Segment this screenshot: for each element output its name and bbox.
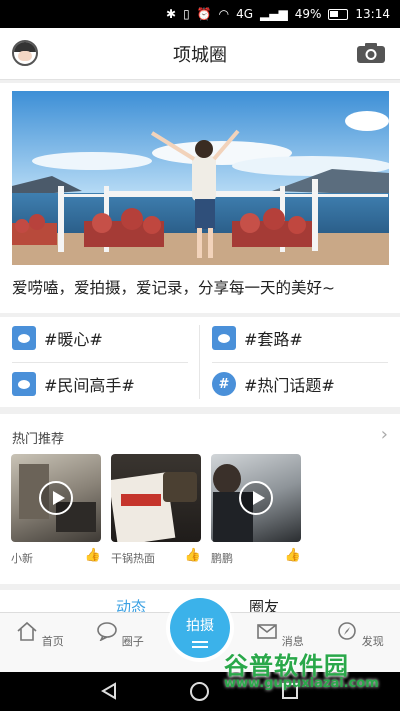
topic-label: #热门话题# bbox=[244, 376, 335, 395]
wifi-icon: ◠ bbox=[218, 7, 230, 21]
home-circle-icon[interactable] bbox=[190, 682, 209, 701]
video-thumbnail[interactable] bbox=[111, 454, 201, 542]
recommend-section: 热门推荐 › 小新 👍 干锅热面 👍 鹏鹏 👍 bbox=[0, 414, 400, 584]
banner-image[interactable] bbox=[12, 91, 389, 265]
home-icon bbox=[17, 621, 37, 641]
nav-circle[interactable]: 圈子 bbox=[95, 621, 145, 649]
play-icon[interactable] bbox=[39, 481, 73, 515]
nav-discover[interactable]: 发现 bbox=[335, 621, 385, 649]
watermark: 谷普软件园 www.gupuxiazai.com bbox=[220, 646, 400, 692]
chevron-right-icon[interactable]: › bbox=[381, 424, 388, 445]
play-icon[interactable] bbox=[239, 481, 273, 515]
mail-icon bbox=[257, 624, 278, 639]
page-title: 项城圈 bbox=[173, 44, 227, 66]
alarm-icon: ⏰ bbox=[196, 7, 212, 21]
bluetooth-icon: ✱ bbox=[166, 7, 177, 21]
battery-icon bbox=[328, 8, 349, 20]
camera-icon[interactable] bbox=[356, 42, 386, 64]
nav-home[interactable]: 首页 bbox=[15, 621, 65, 649]
thumbs-up-icon[interactable]: 👍 bbox=[85, 548, 101, 563]
app-header: 项城圈 bbox=[0, 28, 400, 80]
status-icons: ✱ ▯ ⏰ ◠ 4G ▂▄▆ 49% 13:14 bbox=[166, 7, 390, 21]
author-name: 鹏鹏 bbox=[211, 552, 233, 565]
video-thumbnail[interactable] bbox=[11, 454, 101, 542]
author-name: 干锅热面 bbox=[111, 552, 155, 565]
topic-item[interactable]: #套路# bbox=[212, 326, 303, 350]
network-type: 4G bbox=[236, 7, 254, 21]
watermark-url: www.gupuxiazai.com bbox=[224, 676, 379, 691]
topic-label: #暖心# bbox=[44, 330, 103, 349]
hashtag-icon: # bbox=[212, 372, 236, 396]
chat-icon bbox=[212, 326, 236, 350]
topic-grid: #暖心# #套路# #民间高手# # #热门话题# bbox=[0, 317, 400, 407]
vibrate-icon: ▯ bbox=[183, 7, 190, 21]
avatar[interactable] bbox=[12, 40, 38, 66]
video-card[interactable]: 鹏鹏 👍 bbox=[211, 454, 301, 565]
divider bbox=[212, 362, 388, 363]
chat-icon bbox=[12, 372, 36, 396]
nav-label: 圈子 bbox=[121, 635, 144, 648]
signal-icon: ▂▄▆ bbox=[260, 7, 288, 21]
divider bbox=[12, 362, 188, 363]
topic-item[interactable]: # #热门话题# bbox=[212, 372, 335, 396]
topic-label: #民间高手# bbox=[44, 376, 135, 395]
section-title: 热门推荐 bbox=[12, 432, 65, 447]
thumbs-up-icon[interactable]: 👍 bbox=[185, 548, 201, 563]
battery-percent: 49% bbox=[294, 7, 322, 21]
banner-caption: 爱唠嗑，爱拍摄，爱记录，分享每一天的美好~ bbox=[12, 279, 335, 297]
video-thumbnail[interactable] bbox=[211, 454, 301, 542]
compass-icon bbox=[338, 622, 357, 640]
topic-item[interactable]: #民间高手# bbox=[12, 372, 135, 396]
back-icon[interactable] bbox=[100, 682, 118, 700]
nav-messages[interactable]: 消息 bbox=[255, 621, 305, 649]
nav-label: 首页 bbox=[41, 635, 64, 648]
thumbs-up-icon[interactable]: 👍 bbox=[285, 548, 301, 563]
video-card[interactable]: 干锅热面 👍 bbox=[111, 454, 201, 565]
author-name: 小新 bbox=[11, 552, 33, 565]
status-bar: ✱ ▯ ⏰ ◠ 4G ▂▄▆ 49% 13:14 bbox=[0, 0, 400, 28]
topic-label: #套路# bbox=[244, 330, 303, 349]
chat-bubble-icon bbox=[97, 622, 118, 642]
shoot-label: 拍摄 bbox=[186, 618, 214, 634]
topic-item[interactable]: #暖心# bbox=[12, 326, 103, 350]
divider bbox=[199, 325, 200, 399]
video-card[interactable]: 小新 👍 bbox=[11, 454, 101, 565]
clock: 13:14 bbox=[355, 7, 390, 21]
chat-icon bbox=[12, 326, 36, 350]
